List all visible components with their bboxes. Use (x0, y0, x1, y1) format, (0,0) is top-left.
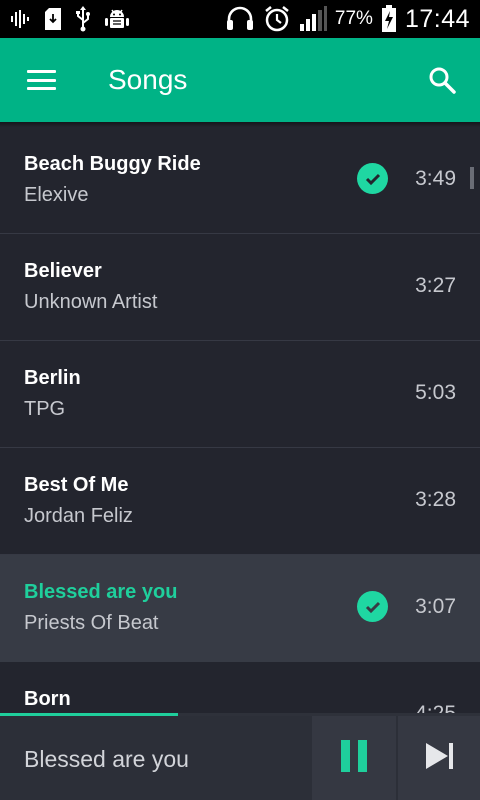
song-title: Beach Buggy Ride (24, 153, 201, 175)
song-title: Best Of Me (24, 474, 129, 496)
hamburger-menu-icon[interactable] (22, 64, 62, 96)
song-title: Born (24, 688, 71, 710)
song-artist: Priests Of Beat (24, 612, 159, 634)
song-row[interactable]: Beach Buggy Ride Elexive 3:49 (0, 127, 480, 234)
song-duration: 5:03 (415, 381, 456, 404)
song-title: Believer (24, 260, 102, 282)
page-title: Songs (108, 64, 188, 95)
status-clock: 17:44 (404, 4, 470, 33)
battery-percent: 77% (334, 8, 373, 29)
android-debug-icon (104, 7, 130, 31)
song-duration: 3:28 (415, 488, 456, 511)
status-bar: 77% 17:44 (0, 0, 480, 38)
song-duration: 3:49 (415, 167, 456, 190)
scrollbar-thumb[interactable] (470, 167, 474, 189)
song-row[interactable]: Berlin TPG 5:03 (0, 341, 480, 448)
song-row-active[interactable]: Blessed are you Priests Of Beat 3:07 (0, 555, 480, 662)
now-playing-title: Blessed are you (24, 746, 189, 772)
skip-next-icon (424, 741, 456, 775)
song-artist: TPG (24, 398, 66, 420)
song-row[interactable]: Believer Unknown Artist 3:27 (0, 234, 480, 341)
equalizer-icon (10, 9, 32, 29)
battery-charging-icon (381, 5, 397, 33)
song-row[interactable]: Best Of Me Jordan Feliz 3:28 (0, 448, 480, 555)
sd-card-icon (44, 7, 62, 31)
song-title: Berlin (24, 367, 81, 389)
song-duration: 3:27 (415, 274, 456, 297)
mini-player[interactable]: Blessed are you (0, 716, 480, 800)
pause-button[interactable] (312, 716, 396, 800)
check-circle-icon[interactable] (357, 163, 388, 194)
check-circle-icon[interactable] (357, 591, 388, 622)
search-icon[interactable] (424, 62, 460, 98)
signal-icon (299, 6, 327, 32)
song-list[interactable]: Beach Buggy Ride Elexive 3:49 Believer U… (0, 127, 480, 714)
headset-icon (225, 6, 255, 32)
song-artist: Elexive (24, 184, 89, 206)
song-title: Blessed are you (24, 581, 178, 603)
skip-next-button[interactable] (398, 716, 480, 800)
pause-icon (339, 739, 369, 777)
alarm-icon (263, 5, 291, 33)
song-artist: Unknown Artist (24, 291, 158, 313)
app-bar: Songs (0, 38, 480, 122)
usb-icon (74, 6, 92, 32)
song-row[interactable]: Born 4:25 (0, 662, 480, 714)
song-duration: 3:07 (415, 595, 456, 618)
song-artist: Jordan Feliz (24, 505, 133, 527)
